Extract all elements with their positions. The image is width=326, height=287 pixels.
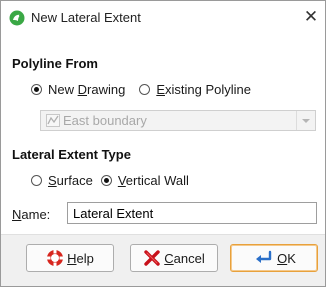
enter-arrow-icon (256, 250, 272, 263)
chevron-down-icon[interactable] (296, 111, 315, 130)
ok-button[interactable]: OK (230, 244, 318, 272)
lateral-extent-type-header: Lateral Extent Type (12, 147, 131, 162)
leapfrog-icon (9, 10, 25, 26)
surface-radio[interactable] (31, 175, 42, 186)
surface-label[interactable]: Surface (48, 173, 93, 188)
lateral-extent-type-options: Surface Vertical Wall (31, 173, 203, 188)
cancel-x-icon (144, 250, 160, 266)
name-label: Name: (12, 207, 51, 222)
polyline-from-options: New Drawing Existing Polyline (31, 82, 265, 97)
polyline-from-header: Polyline From (12, 56, 98, 71)
ok-button-label: OK (277, 250, 296, 266)
existing-polyline-select[interactable]: East boundary (40, 110, 316, 131)
existing-polyline-label[interactable]: Existing Polyline (156, 82, 251, 97)
polyline-icon (46, 114, 60, 127)
help-button-label: Help (67, 250, 94, 266)
vertical-wall-label[interactable]: Vertical Wall (118, 173, 189, 188)
title-bar: New Lateral Extent ✕ (1, 1, 325, 35)
help-lifebuoy-icon (47, 250, 64, 266)
new-drawing-radio[interactable] (31, 84, 42, 95)
close-icon: ✕ (303, 7, 319, 26)
close-button[interactable]: ✕ (299, 5, 323, 29)
select-value: East boundary (63, 113, 147, 128)
new-drawing-label[interactable]: New Drawing (48, 82, 125, 97)
cancel-button-label: Cancel (164, 250, 205, 266)
existing-polyline-radio[interactable] (139, 84, 151, 95)
vertical-wall-radio[interactable] (100, 175, 112, 186)
cancel-button[interactable]: Cancel (130, 244, 218, 272)
help-button[interactable]: Help (26, 244, 114, 272)
new-lateral-extent-dialog: New Lateral Extent ✕ Polyline From New D… (0, 0, 326, 287)
name-input[interactable] (67, 202, 317, 224)
window-title: New Lateral Extent (31, 10, 141, 25)
